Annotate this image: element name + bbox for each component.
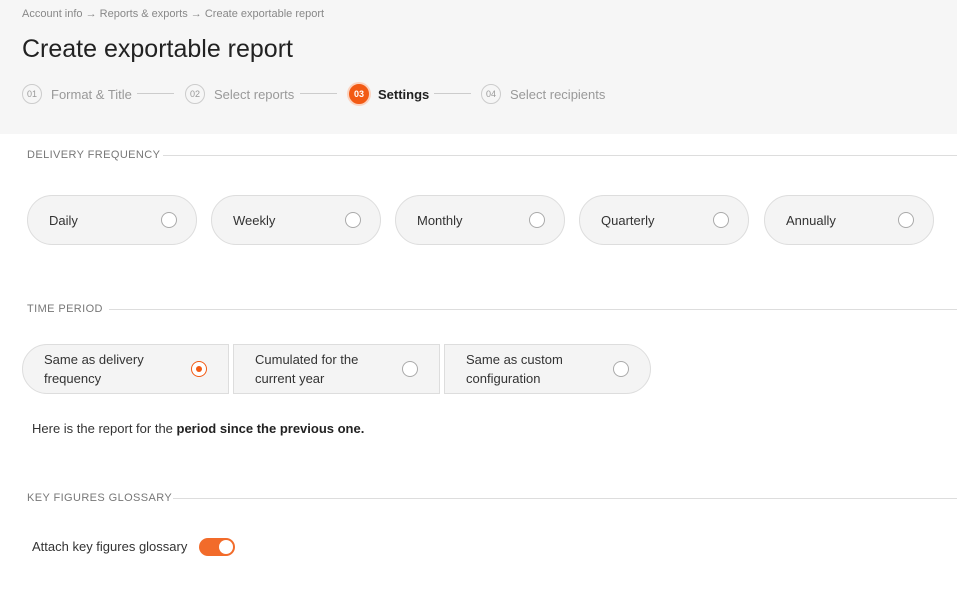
step-format-title[interactable]: 01 Format & Title [22,84,132,104]
step-label: Select recipients [510,86,606,102]
step-connector [300,93,337,94]
radio-button[interactable] [529,212,545,228]
period-note-text: Here is the report for the [32,421,177,436]
step-select-reports[interactable]: 02 Select reports [185,84,294,104]
section-divider [173,498,957,499]
option-label-line: Same as custom [466,352,563,367]
frequency-option-weekly[interactable]: Weekly [211,195,381,245]
step-select-recipients[interactable]: 04 Select recipients [481,84,605,104]
period-option-cumulated-year[interactable]: Cumulated for the current year [233,344,440,394]
option-label-line: frequency [44,371,102,386]
option-label: Weekly [233,212,276,228]
time-period-title: TIME PERIOD [27,303,103,315]
option-label-line: current year [255,371,325,386]
option-label-line: Same as delivery [44,352,144,367]
glossary-toggle-label: Attach key figures glossary [32,539,188,554]
breadcrumb-item-account-info[interactable]: Account info [22,8,83,20]
breadcrumb-item-reports-exports[interactable]: Reports & exports [100,8,188,20]
frequency-option-quarterly[interactable]: Quarterly [579,195,749,245]
step-label: Settings [378,86,430,102]
option-label: Daily [49,212,78,228]
period-option-custom-configuration[interactable]: Same as custom configuration [444,344,651,394]
option-label: Monthly [417,212,463,228]
step-label: Select reports [214,86,295,102]
breadcrumb-item-current: Create exportable report [204,8,325,20]
page-header: Account info → Reports & exports → Creat… [0,0,957,134]
option-label: Quarterly [601,212,655,228]
option-label-line: configuration [466,371,541,386]
period-note-emphasis: period since the previous one. [176,421,365,436]
radio-button[interactable] [402,361,418,377]
step-label: Format & Title [51,86,132,102]
period-description: Here is the report for the period since … [32,421,364,436]
breadcrumb-separator: → [190,8,202,20]
frequency-option-monthly[interactable]: Monthly [395,195,565,245]
option-label: Cumulated for the current year [255,350,358,388]
option-label-line: Cumulated for the [255,352,359,367]
toggle-knob [219,540,233,554]
period-option-same-as-delivery[interactable]: Same as delivery frequency [22,344,229,394]
option-label: Annually [786,212,836,228]
step-number: 03 [349,84,369,104]
radio-button[interactable] [613,361,629,377]
step-number: 01 [22,84,42,104]
step-connector [137,93,174,94]
radio-button[interactable] [898,212,914,228]
frequency-option-annually[interactable]: Annually [764,195,934,245]
breadcrumb: Account info → Reports & exports → Creat… [22,8,324,20]
breadcrumb-separator: → [85,8,97,20]
delivery-frequency-title: DELIVERY FREQUENCY [27,149,161,161]
frequency-option-daily[interactable]: Daily [27,195,197,245]
page-title: Create exportable report [22,35,293,63]
step-number: 04 [481,84,501,104]
step-settings[interactable]: 03 Settings [349,84,429,104]
radio-button[interactable] [345,212,361,228]
radio-button-selected[interactable] [191,361,207,377]
glossary-title: KEY FIGURES GLOSSARY [27,492,173,504]
step-connector [434,93,471,94]
option-label: Same as delivery frequency [44,350,144,388]
section-divider [109,309,957,310]
step-number: 02 [185,84,205,104]
glossary-toggle[interactable] [199,538,235,556]
radio-button[interactable] [713,212,729,228]
option-label: Same as custom configuration [466,350,563,388]
section-divider [163,155,957,156]
radio-button[interactable] [161,212,177,228]
